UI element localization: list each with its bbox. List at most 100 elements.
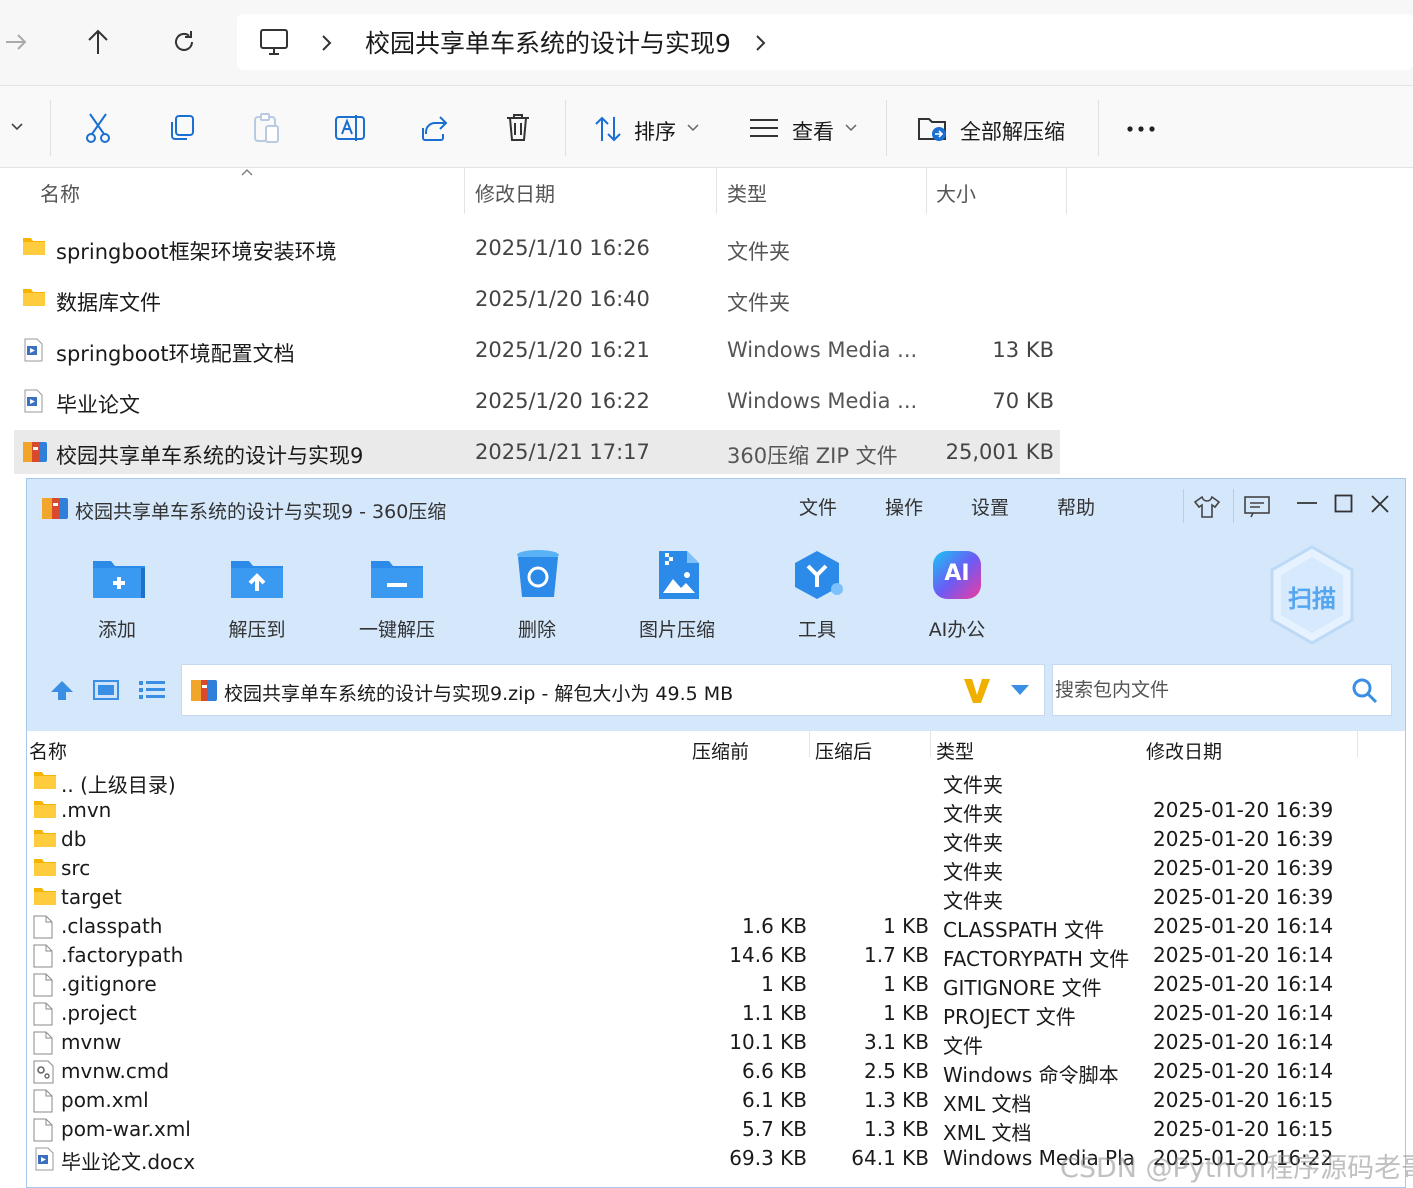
column-header-size[interactable]: 大小 <box>936 178 976 207</box>
minimize-icon[interactable] <box>1297 501 1319 505</box>
close-icon[interactable] <box>1371 495 1389 513</box>
explorer-file-row[interactable]: 数据库文件 2025/1/20 16:40 文件夹 <box>14 277 1060 321</box>
archive-file-row[interactable]: .. (上级目录) 文件夹 <box>27 767 1405 797</box>
archive-file-date: 2025-01-20 16:14 <box>1153 914 1334 938</box>
file-type: 文件夹 <box>727 291 790 315</box>
up-level-icon[interactable] <box>49 679 75 701</box>
column-header-name[interactable]: 名称 <box>40 178 80 207</box>
menu-settings[interactable]: 设置 <box>971 493 1009 520</box>
archive-size-before: 14.6 KB <box>729 943 807 967</box>
archive-size-before: 69.3 KB <box>729 1146 807 1170</box>
column-header-type[interactable]: 类型 <box>727 178 767 207</box>
archive-file-row[interactable]: .mvn 文件夹 2025-01-20 16:39 <box>27 796 1405 826</box>
chevron-down-icon[interactable] <box>687 124 699 132</box>
file-icon <box>33 944 53 968</box>
archive-file-date: 2025-01-20 16:14 <box>1153 1030 1334 1054</box>
list-view-icon[interactable] <box>139 681 165 699</box>
list-header-name[interactable]: 名称 <box>29 737 67 764</box>
list-header-after[interactable]: 压缩后 <box>815 737 872 764</box>
archive-file-date: 2025-01-20 16:39 <box>1153 798 1334 822</box>
chevron-right-icon[interactable] <box>755 34 767 52</box>
archive-file-name: 毕业论文.docx <box>61 1150 196 1174</box>
list-header-type[interactable]: 类型 <box>936 737 974 764</box>
folder-icon <box>22 287 46 307</box>
menu-operation[interactable]: 操作 <box>885 493 923 520</box>
cut-icon[interactable] <box>84 112 112 144</box>
delete-icon[interactable] <box>505 112 531 142</box>
ai-badge-icon: AI <box>933 551 981 599</box>
chevron-down-icon[interactable] <box>10 122 24 132</box>
archive-path-box[interactable]: 校园共享单车系统的设计与实现9.zip - 解包大小为 49.5 MB <box>181 664 1045 716</box>
archive-file-type: FACTORYPATH 文件 <box>943 947 1130 971</box>
list-header-before[interactable]: 压缩前 <box>692 737 749 764</box>
up-arrow-icon[interactable] <box>86 28 110 56</box>
file-name: 校园共享单车系统的设计与实现9 <box>56 444 364 468</box>
archive-file-row[interactable]: src 文件夹 2025-01-20 16:39 <box>27 854 1405 884</box>
archive-file-row[interactable]: target 文件夹 2025-01-20 16:39 <box>27 883 1405 913</box>
archive-file-row[interactable]: .gitignore 1 KB 1 KB GITIGNORE 文件 2025-01-20… <box>27 970 1405 1000</box>
file-size: 25,001 KB <box>945 440 1054 464</box>
feedback-icon[interactable] <box>1243 495 1271 519</box>
chevron-right-icon[interactable] <box>321 34 333 52</box>
v-verified-icon[interactable] <box>962 677 992 705</box>
menu-file[interactable]: 文件 <box>799 493 837 520</box>
explorer-file-row[interactable]: springboot环境配置文档 2025/1/20 16:21 Windows M… <box>14 328 1060 372</box>
copy-icon[interactable] <box>168 114 196 142</box>
search-box[interactable] <box>1052 664 1392 716</box>
archive-size-before: 6.1 KB <box>742 1088 807 1112</box>
archive-file-name: .classpath <box>61 914 163 938</box>
scan-button[interactable]: 扫描 <box>1267 543 1357 647</box>
explorer-file-row[interactable]: springboot框架环境安装环境 2025/1/10 16:26 文件夹 <box>14 226 1060 270</box>
extract-all-icon[interactable] <box>917 113 949 143</box>
archive-size-before: 6.6 KB <box>742 1059 807 1083</box>
archive-file-name: target <box>61 885 122 909</box>
more-options-icon[interactable] <box>1126 125 1158 133</box>
rename-icon[interactable] <box>334 113 366 143</box>
view-icon[interactable] <box>750 118 778 138</box>
file-icon <box>33 915 53 939</box>
archive-file-row[interactable]: .classpath 1.6 KB 1 KB CLASSPATH 文件 2025-01-… <box>27 912 1405 942</box>
explorer-file-row[interactable]: 校园共享单车系统的设计与实现9 2025/1/21 17:17 360压缩 ZIP … <box>14 430 1060 474</box>
sort-icon[interactable] <box>594 115 622 143</box>
archive-size-after: 1 KB <box>883 1001 929 1025</box>
folder-icon <box>33 828 57 848</box>
list-header-date[interactable]: 修改日期 <box>1146 737 1222 764</box>
maximize-icon[interactable] <box>1334 494 1354 514</box>
sort-ascending-indicator-icon <box>241 168 253 176</box>
archive-size-before: 1 KB <box>761 972 807 996</box>
view-button[interactable]: 查看 <box>792 116 834 146</box>
extract-all-button[interactable]: 全部解压缩 <box>960 116 1065 146</box>
image-compress-label: 图片压缩 <box>638 619 715 641</box>
file-date: 2025/1/20 16:21 <box>475 338 650 362</box>
archive-file-row[interactable]: .factorypath 14.6 KB 1.7 KB FACTORYPATH 文件 2… <box>27 941 1405 971</box>
share-icon[interactable] <box>420 114 448 142</box>
this-pc-icon[interactable] <box>259 28 289 56</box>
archive-file-row[interactable]: pom.xml 6.1 KB 1.3 KB XML 文档 2025-01-20 16:1… <box>27 1086 1405 1116</box>
breadcrumb-current-folder[interactable]: 校园共享单车系统的设计与实现9 <box>365 24 731 60</box>
refresh-icon[interactable] <box>171 29 197 55</box>
skin-shirt-icon[interactable] <box>1193 495 1221 519</box>
archive-file-row[interactable]: .project 1.1 KB 1 KB PROJECT 文件 2025-01-20 1… <box>27 999 1405 1029</box>
archive-file-date: 2025-01-20 16:14 <box>1153 943 1334 967</box>
archive-size-after: 1 KB <box>883 914 929 938</box>
forward-arrow-icon[interactable] <box>4 30 28 54</box>
search-input[interactable] <box>1055 677 1345 703</box>
explorer-file-row[interactable]: 毕业论文 2025/1/20 16:22 Windows Media ... 70 K… <box>14 379 1060 423</box>
file-date: 2025/1/20 16:22 <box>475 389 650 413</box>
archive-file-date: 2025-01-20 16:39 <box>1153 885 1334 909</box>
sort-button[interactable]: 排序 <box>634 116 676 146</box>
file-icon <box>33 1002 53 1026</box>
dropdown-arrow-icon[interactable] <box>1010 684 1030 696</box>
file-type: Windows Media ... <box>727 338 918 362</box>
column-header-date[interactable]: 修改日期 <box>475 178 555 207</box>
thumbnail-view-icon[interactable] <box>93 680 119 700</box>
archive-file-row[interactable]: mvnw 10.1 KB 3.1 KB 文件 2025-01-20 16:14 <box>27 1028 1405 1058</box>
archive-file-row[interactable]: mvnw.cmd 6.6 KB 2.5 KB Windows 命令脚本 2025-01-… <box>27 1057 1405 1087</box>
archive-file-row[interactable]: db 文件夹 2025-01-20 16:39 <box>27 825 1405 855</box>
delete-label: 删除 <box>517 619 556 641</box>
archive-file-row[interactable]: pom-war.xml 5.7 KB 1.3 KB XML 文档 2025-01-20 … <box>27 1115 1405 1145</box>
archive-file-date: 2025-01-20 16:14 <box>1153 1001 1334 1025</box>
chevron-down-icon[interactable] <box>845 124 857 132</box>
menu-help[interactable]: 帮助 <box>1057 493 1095 520</box>
search-icon[interactable] <box>1351 677 1379 705</box>
